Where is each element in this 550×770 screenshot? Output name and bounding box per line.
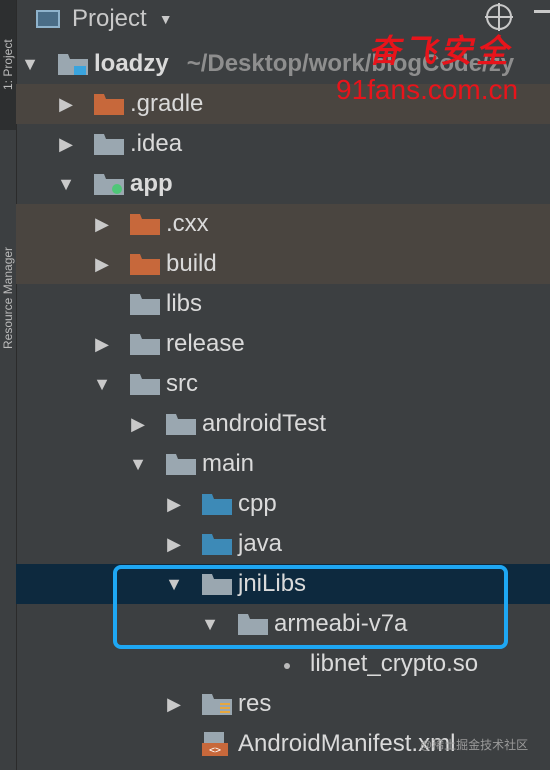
module-folder-icon [58, 54, 88, 75]
tree-label-androidtest: androidTest [202, 410, 327, 437]
project-view-icon [36, 10, 60, 28]
file-bullet-icon [284, 663, 290, 669]
chevron-collapsed-icon[interactable]: ▶ [164, 684, 184, 724]
left-tool-strip: 1: Project Resource Manager [0, 0, 17, 770]
folder-icon [130, 334, 160, 355]
tree-label-java: java [238, 530, 283, 557]
chevron-expanded-icon[interactable]: ▼ [20, 44, 40, 84]
tree-row-so-file[interactable]: libnet_crypto.so [16, 644, 550, 684]
tree-row-cxx[interactable]: ▶ .cxx [16, 204, 550, 244]
source-folder-icon [202, 494, 232, 515]
chevron-expanded-icon[interactable]: ▼ [92, 364, 112, 404]
watermark-footer: @稀土掘金技术社区 [420, 738, 529, 752]
tree-label-cxx: .cxx [166, 210, 209, 237]
tree-label-gradle: .gradle [130, 90, 204, 117]
tree-label-build: build [166, 250, 217, 277]
chevron-collapsed-icon[interactable]: ▶ [92, 244, 112, 284]
tree-row-release[interactable]: ▶ release [16, 324, 550, 364]
chevron-down-icon[interactable]: ▼ [159, 11, 173, 27]
chevron-collapsed-icon[interactable]: ▶ [164, 524, 184, 564]
chevron-collapsed-icon[interactable]: ▶ [128, 404, 148, 444]
excluded-folder-icon [130, 254, 160, 275]
excluded-folder-icon [130, 214, 160, 235]
source-folder-icon [202, 534, 232, 555]
app-module-icon [94, 174, 124, 195]
folder-icon [166, 414, 196, 435]
resource-manager-tool-tab[interactable]: Resource Manager [0, 185, 16, 410]
folder-icon [94, 134, 124, 155]
chevron-collapsed-icon[interactable]: ▶ [56, 84, 76, 124]
highlight-box [113, 565, 508, 649]
tree-row-res[interactable]: ▶ res [16, 684, 550, 724]
project-tool-tab[interactable]: 1: Project [0, 0, 16, 130]
tree-label-so-file: libnet_crypto.so [310, 650, 479, 677]
tree-label-libs: libs [166, 290, 203, 317]
tree-label-src: src [166, 370, 198, 397]
project-tree: ▼ loadzy ~/Desktop/work/blogCode/zy ▶ .gr… [16, 44, 550, 764]
folder-icon [130, 374, 160, 395]
tree-label-release: release [166, 330, 245, 357]
tree-label-main: main [202, 450, 255, 477]
tree-row-main[interactable]: ▼ main [16, 444, 550, 484]
tree-label-cpp: cpp [238, 490, 277, 517]
tree-row-cpp[interactable]: ▶ cpp [16, 484, 550, 524]
chevron-collapsed-icon[interactable]: ▶ [56, 124, 76, 164]
tree-row-app[interactable]: ▼ app [16, 164, 550, 204]
chevron-expanded-icon[interactable]: ▼ [56, 164, 76, 204]
resource-folder-icon [202, 694, 232, 715]
panel-title[interactable]: Project [72, 5, 147, 33]
svg-text:<>: <> [209, 745, 221, 756]
tree-row-androidtest[interactable]: ▶ androidTest [16, 404, 550, 444]
watermark-url: 91fans.com.cn [336, 74, 519, 105]
tree-label-res: res [238, 690, 272, 717]
chevron-collapsed-icon[interactable]: ▶ [164, 484, 184, 524]
tree-row-libs[interactable]: libs [16, 284, 550, 324]
tree-row-idea[interactable]: ▶ .idea [16, 124, 550, 164]
watermark-chinese: 奋飞安全 [368, 32, 513, 70]
xml-file-icon: <> [202, 732, 232, 756]
chevron-collapsed-icon[interactable]: ▶ [92, 204, 112, 244]
folder-icon [166, 454, 196, 475]
hide-panel-icon[interactable] [534, 10, 550, 13]
folder-icon [130, 294, 160, 315]
tree-row-java[interactable]: ▶ java [16, 524, 550, 564]
tree-label-idea: .idea [130, 130, 183, 157]
tree-row-src[interactable]: ▼ src [16, 364, 550, 404]
tree-label-app: app [130, 170, 173, 197]
chevron-expanded-icon[interactable]: ▼ [128, 444, 148, 484]
tree-row-build[interactable]: ▶ build [16, 244, 550, 284]
excluded-folder-icon [94, 94, 124, 115]
chevron-collapsed-icon[interactable]: ▶ [92, 324, 112, 364]
